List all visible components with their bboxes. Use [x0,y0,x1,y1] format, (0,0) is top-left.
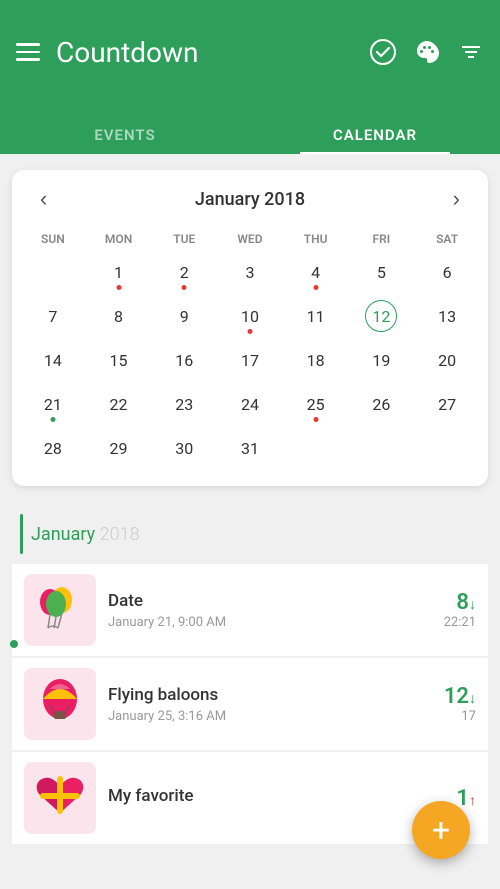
calendar-day[interactable]: 20 [414,338,480,382]
palette-icon[interactable] [414,39,440,65]
event-count: 12↓17 [416,684,476,724]
calendar-day[interactable]: 21 [20,382,86,426]
events-section: January 2018 Date January 21, 9:00 AM 8↓22… [0,502,500,844]
calendar-day[interactable]: 29 [86,426,152,470]
calendar-day[interactable]: 23 [151,382,217,426]
calendar-day[interactable]: 30 [151,426,217,470]
weekday-sun: SUN [20,228,86,250]
event-name: Flying baloons [108,685,404,705]
calendar-day[interactable]: 11 [283,294,349,338]
calendar-day[interactable]: 3 [217,250,283,294]
event-info: Flying baloons January 25, 3:16 AM [108,685,404,724]
calendar-day[interactable]: 2 [151,250,217,294]
calendar-day[interactable]: 31 [217,426,283,470]
weekday-tue: TUE [151,228,217,250]
calendar-day[interactable]: 4 [283,250,349,294]
timeline-line [20,514,23,554]
prev-month-button[interactable]: ‹ [32,182,55,216]
calendar-day[interactable] [349,426,415,470]
sort-icon[interactable] [458,39,484,65]
calendar-day[interactable]: 24 [217,382,283,426]
event-date: January 25, 3:16 AM [108,709,404,724]
calendar-day[interactable]: 7 [20,294,86,338]
app-title: Countdown [56,36,370,69]
calendar-day[interactable]: 18 [283,338,349,382]
weekday-wed: WED [217,228,283,250]
calendar-day[interactable]: 10 [217,294,283,338]
calendar-day[interactable]: 27 [414,382,480,426]
calendar-day[interactable]: 8 [86,294,152,338]
calendar-day[interactable] [283,426,349,470]
calendar-day[interactable] [20,250,86,294]
calendar-day[interactable]: 9 [151,294,217,338]
calendar-day[interactable]: 6 [414,250,480,294]
calendar-day[interactable]: 28 [20,426,86,470]
calendar-day[interactable]: 1 [86,250,152,294]
add-event-button[interactable]: + [412,801,470,859]
next-month-button[interactable]: › [445,182,468,216]
header-top: Countdown [16,36,484,69]
menu-button[interactable] [16,43,40,61]
weekday-mon: MON [86,228,152,250]
event-thumbnail [24,574,96,646]
calendar-day[interactable]: 13 [414,294,480,338]
events-month-text: January 2018 [31,524,140,545]
events-list: Date January 21, 9:00 AM 8↓22:21 Flying ba… [12,564,488,844]
calendar-day[interactable]: 14 [20,338,86,382]
event-count: 8↓22:21 [416,590,476,630]
calendar-day[interactable]: 16 [151,338,217,382]
tabs: EVENTS CALENDAR [0,112,500,154]
calendar-day[interactable]: 22 [86,382,152,426]
event-item[interactable]: Flying baloons January 25, 3:16 AM 12↓17 [12,658,488,750]
calendar-day[interactable] [414,426,480,470]
calendar-card: ‹ January 2018 › SUN MON TUE WED THU FRI… [12,170,488,486]
event-info: My favorite [108,786,404,810]
event-name: My favorite [108,786,404,806]
event-name: Date [108,591,404,611]
calendar-day[interactable]: 17 [217,338,283,382]
event-date: January 21, 9:00 AM [108,615,404,630]
header-icons [370,39,484,65]
event-time: 22:21 [416,615,476,630]
check-icon[interactable] [370,39,396,65]
tab-events[interactable]: EVENTS [0,112,250,154]
events-month-label: January 2018 [12,502,488,564]
calendar-day[interactable]: 26 [349,382,415,426]
calendar-day[interactable]: 12 [349,294,415,338]
weekday-thu: THU [283,228,349,250]
calendar-day[interactable]: 5 [349,250,415,294]
tab-calendar[interactable]: CALENDAR [250,112,500,154]
weekday-fri: FRI [349,228,415,250]
event-days: 12↓ [416,684,476,709]
calendar-day[interactable]: 19 [349,338,415,382]
calendar-header: ‹ January 2018 › [20,182,480,228]
event-thumbnail [24,668,96,740]
weekday-sat: SAT [414,228,480,250]
event-days: 8↓ [416,590,476,615]
event-item[interactable]: Date January 21, 9:00 AM 8↓22:21 [12,564,488,656]
calendar-month-title: January 2018 [195,189,305,210]
event-thumbnail [24,762,96,834]
calendar-day[interactable]: 15 [86,338,152,382]
calendar-day[interactable]: 25 [283,382,349,426]
calendar-grid: SUN MON TUE WED THU FRI SAT 123456789101… [20,228,480,470]
event-info: Date January 21, 9:00 AM [108,591,404,630]
header: Countdown [0,0,500,112]
event-dot-indicator [10,640,18,648]
event-time: 17 [416,709,476,724]
